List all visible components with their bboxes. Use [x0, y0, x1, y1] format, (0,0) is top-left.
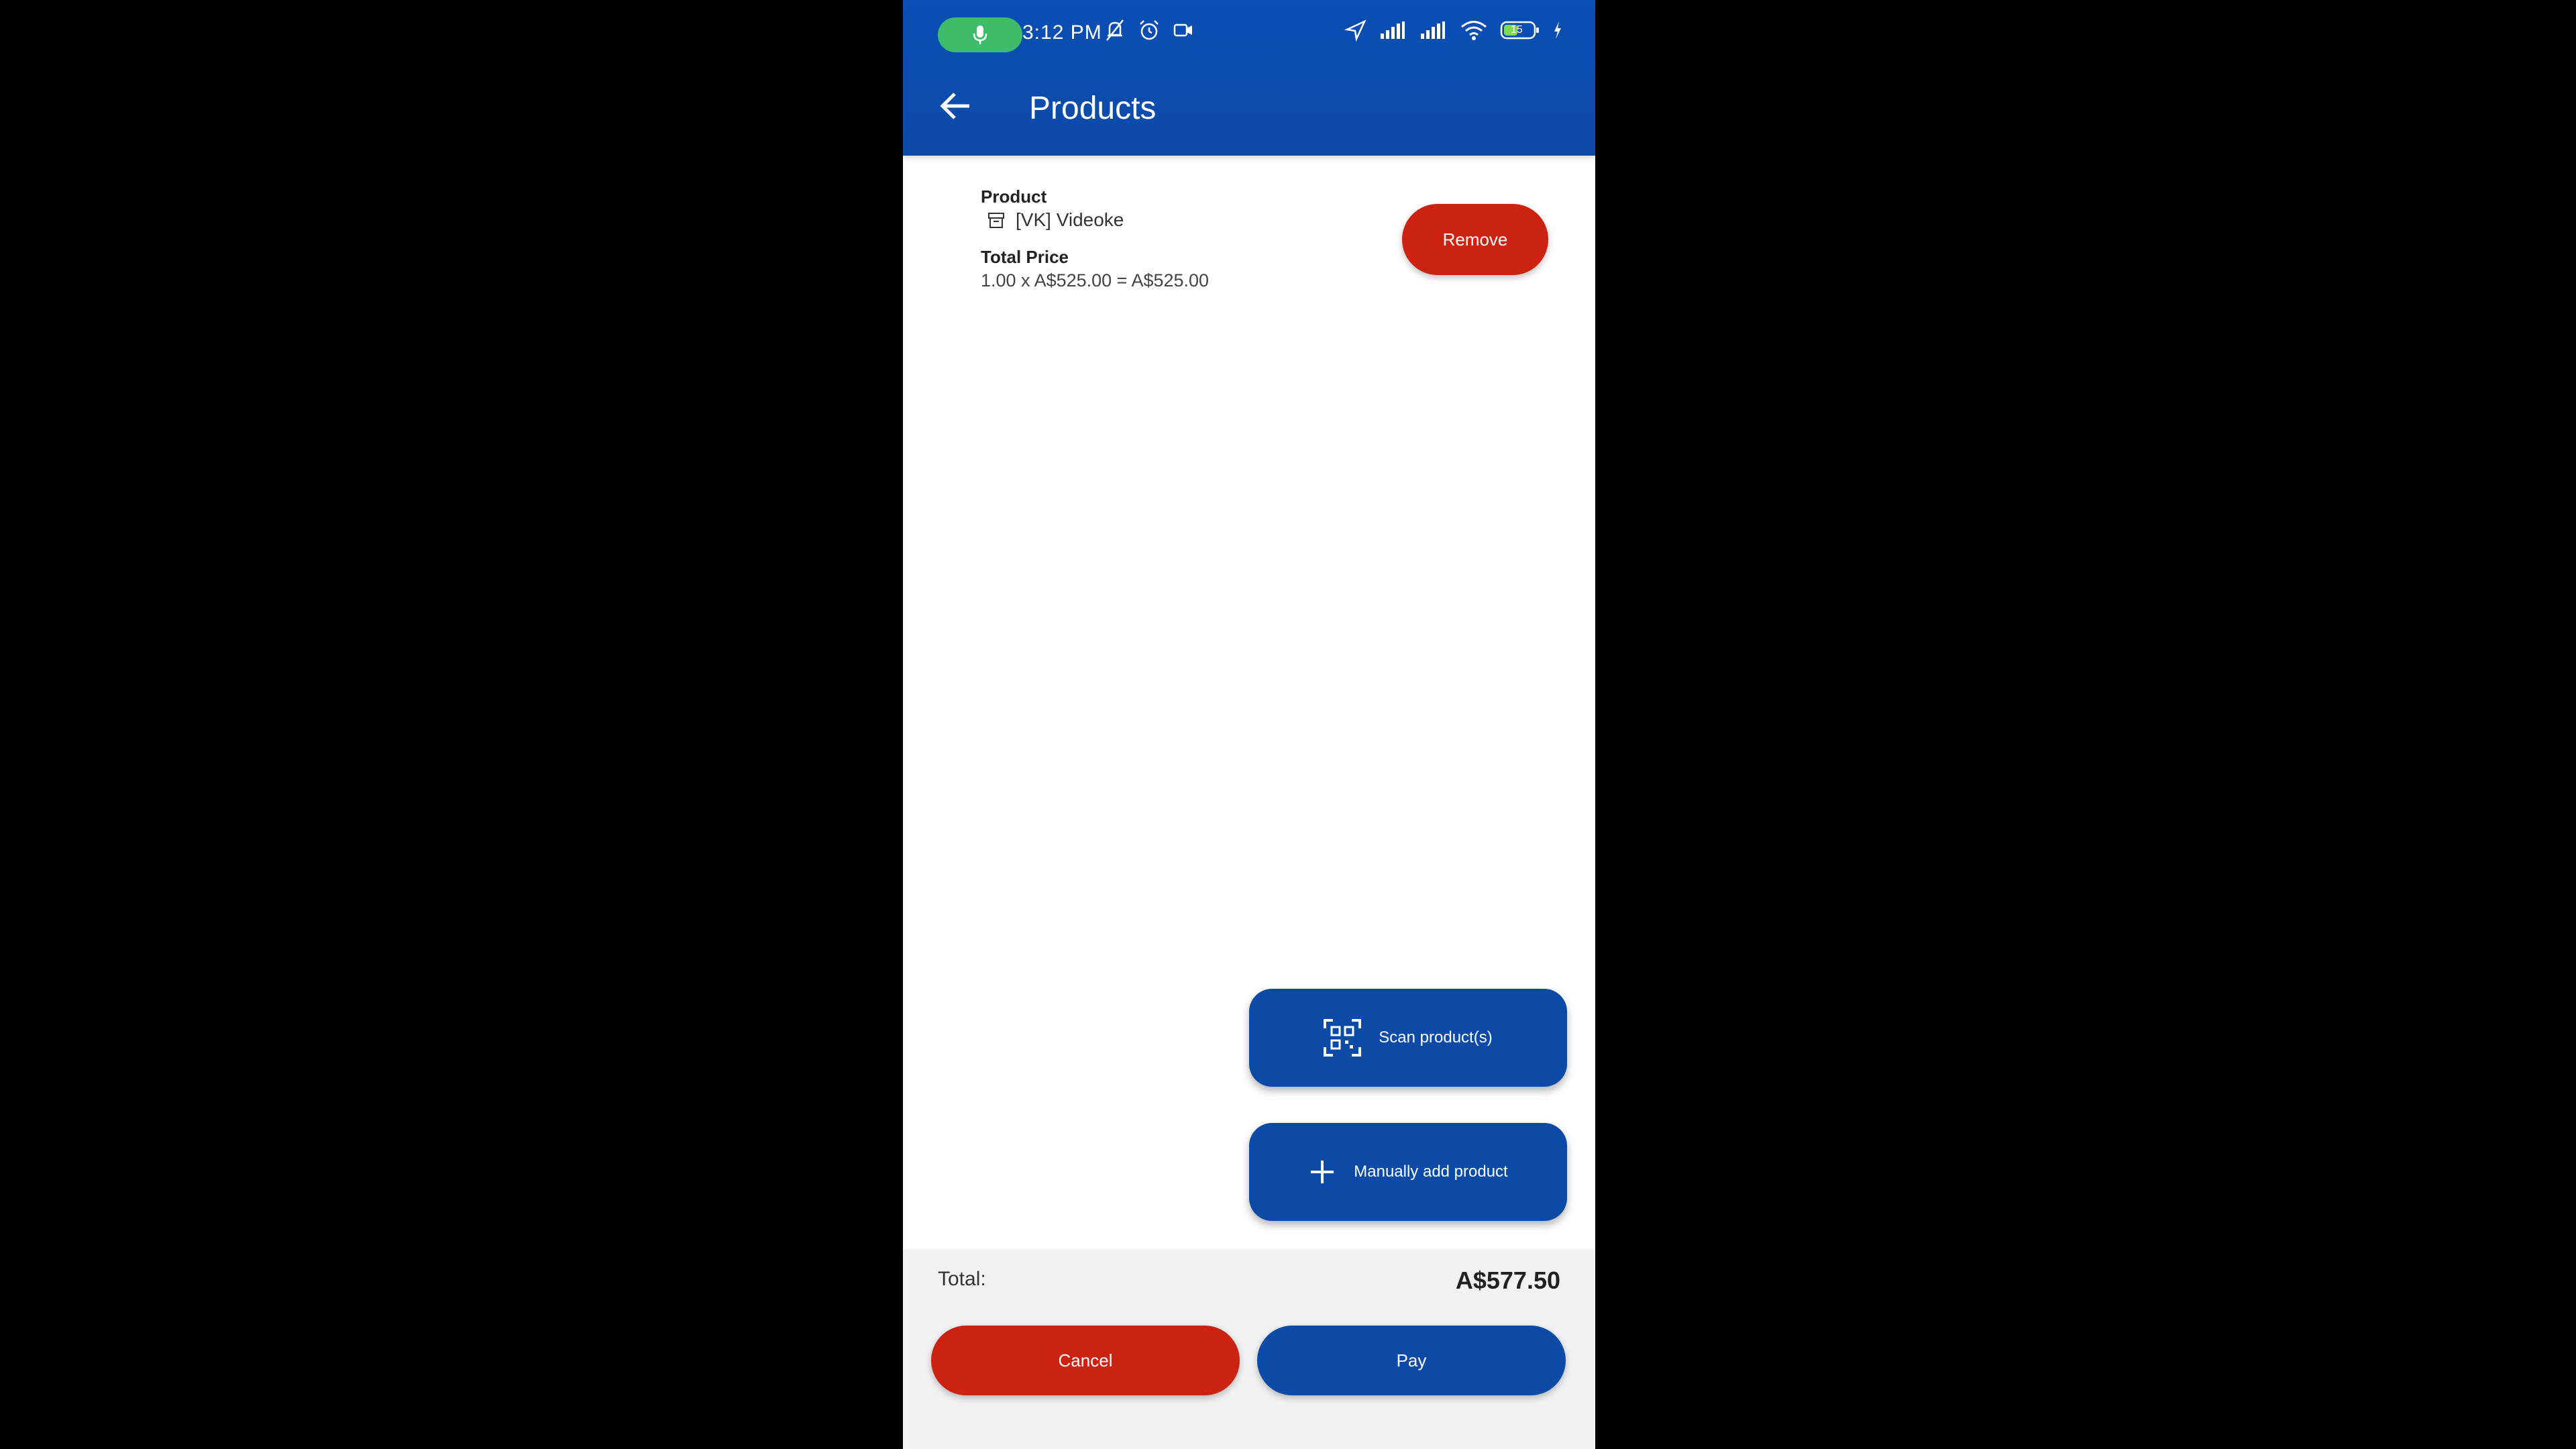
mic-indicator[interactable] [938, 17, 1022, 52]
signal-icon [1381, 21, 1405, 39]
remove-button[interactable]: Remove [1402, 204, 1548, 275]
battery-icon: 15 [1500, 20, 1540, 40]
plus-icon [1311, 1161, 1334, 1183]
total-label: Total: [938, 1268, 986, 1290]
battery-level: 15 [1511, 24, 1523, 36]
status-time: 3:12 PM [1022, 21, 1102, 44]
page-title: Products [1029, 91, 1157, 126]
location-arrow-icon [1344, 19, 1366, 42]
product-name: [VK] Videoke [1016, 209, 1124, 230]
status-icons-right: 15 [1344, 19, 1563, 42]
arrow-left-icon [940, 93, 969, 119]
video-camera-icon [1173, 23, 1192, 37]
scan-products-label: Scan product(s) [1379, 1028, 1493, 1046]
pay-button[interactable]: Pay [1257, 1326, 1566, 1395]
back-button[interactable] [934, 85, 977, 127]
bell-off-icon [1106, 19, 1124, 41]
scan-products-button[interactable]: Scan product(s) [1249, 989, 1567, 1087]
app-bar: 3:12 PM 15 Products [903, 0, 1595, 156]
qr-code-scan-icon [1324, 1019, 1362, 1057]
charging-bolt-icon [1554, 21, 1561, 39]
status-bar: 3:12 PM 15 [903, 0, 1595, 67]
total-value: A$577.50 [1455, 1267, 1560, 1294]
manually-add-product-label: Manually add product [1354, 1163, 1508, 1181]
manually-add-product-button[interactable]: Manually add product [1249, 1123, 1567, 1221]
status-icons-left [1104, 19, 1194, 42]
archive-box-icon [988, 213, 1004, 228]
cancel-button[interactable]: Cancel [931, 1326, 1240, 1395]
signal-icon-2 [1421, 21, 1445, 39]
alarm-icon [1140, 20, 1159, 40]
wifi-icon [1461, 21, 1487, 40]
microphone-icon [973, 25, 987, 44]
phone-screen: 3:12 PM 15 Products Product [VK] Videoke… [903, 0, 1595, 1449]
